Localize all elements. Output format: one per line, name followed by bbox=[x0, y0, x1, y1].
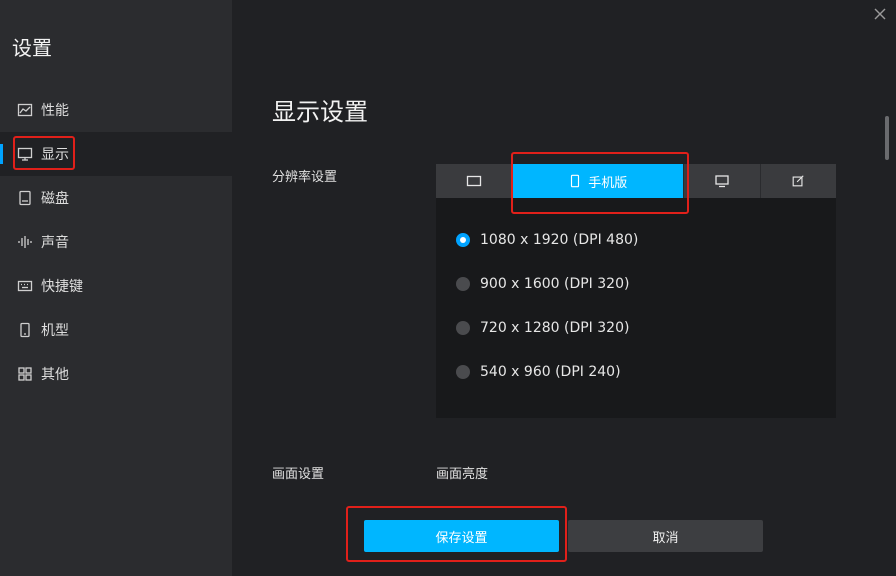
sidebar: 设置 性能 显示 磁盘 声音 快捷键 机型 其他 bbox=[0, 0, 232, 576]
tab-tablet[interactable] bbox=[436, 164, 513, 198]
highlight-box-tab bbox=[511, 152, 689, 214]
option-label: 720 x 1280 (DPI 320) bbox=[480, 320, 630, 336]
sidebar-item-other[interactable]: 其他 bbox=[0, 352, 232, 396]
radio[interactable] bbox=[456, 321, 470, 335]
resolution-option[interactable]: 540 x 960 (DPI 240) bbox=[436, 350, 836, 394]
phone-icon bbox=[17, 322, 33, 338]
radio[interactable] bbox=[456, 365, 470, 379]
sidebar-nav: 性能 显示 磁盘 声音 快捷键 机型 其他 bbox=[0, 88, 232, 396]
brightness-label: 画面亮度 bbox=[436, 467, 489, 482]
option-label: 900 x 1600 (DPI 320) bbox=[480, 276, 630, 292]
sidebar-item-label: 其他 bbox=[41, 367, 69, 383]
sidebar-item-model[interactable]: 机型 bbox=[0, 308, 232, 352]
edit-icon bbox=[792, 175, 804, 187]
keyboard-icon bbox=[17, 278, 33, 294]
sidebar-item-sound[interactable]: 声音 bbox=[0, 220, 232, 264]
resolution-option[interactable]: 720 x 1280 (DPI 320) bbox=[436, 306, 836, 350]
sidebar-item-label: 声音 bbox=[41, 235, 69, 251]
cancel-button[interactable]: 取消 bbox=[568, 520, 763, 552]
close-icon[interactable] bbox=[872, 6, 888, 22]
tab-desktop[interactable] bbox=[684, 164, 761, 198]
highlight-box-save bbox=[346, 506, 567, 562]
sidebar-title: 设置 bbox=[12, 36, 52, 60]
chart-icon bbox=[17, 102, 33, 118]
resolution-label: 分辨率设置 bbox=[272, 170, 338, 185]
screen-settings-label: 画面设置 bbox=[272, 467, 325, 482]
highlight-box-display bbox=[13, 136, 75, 170]
tab-custom[interactable] bbox=[761, 164, 836, 198]
sidebar-item-performance[interactable]: 性能 bbox=[0, 88, 232, 132]
resolution-options: 1080 x 1920 (DPI 480) 900 x 1600 (DPI 32… bbox=[436, 198, 836, 394]
disk-icon bbox=[17, 190, 33, 206]
sound-icon bbox=[17, 234, 33, 250]
sidebar-item-label: 性能 bbox=[41, 103, 69, 119]
page-title: 显示设置 bbox=[272, 98, 368, 126]
sidebar-item-hotkeys[interactable]: 快捷键 bbox=[0, 264, 232, 308]
sidebar-item-disk[interactable]: 磁盘 bbox=[0, 176, 232, 220]
desktop-icon bbox=[715, 175, 729, 188]
option-label: 1080 x 1920 (DPI 480) bbox=[480, 232, 639, 248]
scrollbar[interactable] bbox=[885, 116, 889, 160]
option-label: 540 x 960 (DPI 240) bbox=[480, 364, 621, 380]
resolution-option[interactable]: 1080 x 1920 (DPI 480) bbox=[436, 218, 836, 262]
sidebar-item-label: 机型 bbox=[41, 323, 69, 339]
resolution-option[interactable]: 900 x 1600 (DPI 320) bbox=[436, 262, 836, 306]
sidebar-item-label: 快捷键 bbox=[41, 279, 83, 295]
tablet-landscape-icon bbox=[466, 175, 481, 187]
grid-icon bbox=[17, 366, 33, 382]
radio-selected[interactable] bbox=[456, 233, 470, 247]
sidebar-item-label: 磁盘 bbox=[41, 191, 69, 207]
radio[interactable] bbox=[456, 277, 470, 291]
